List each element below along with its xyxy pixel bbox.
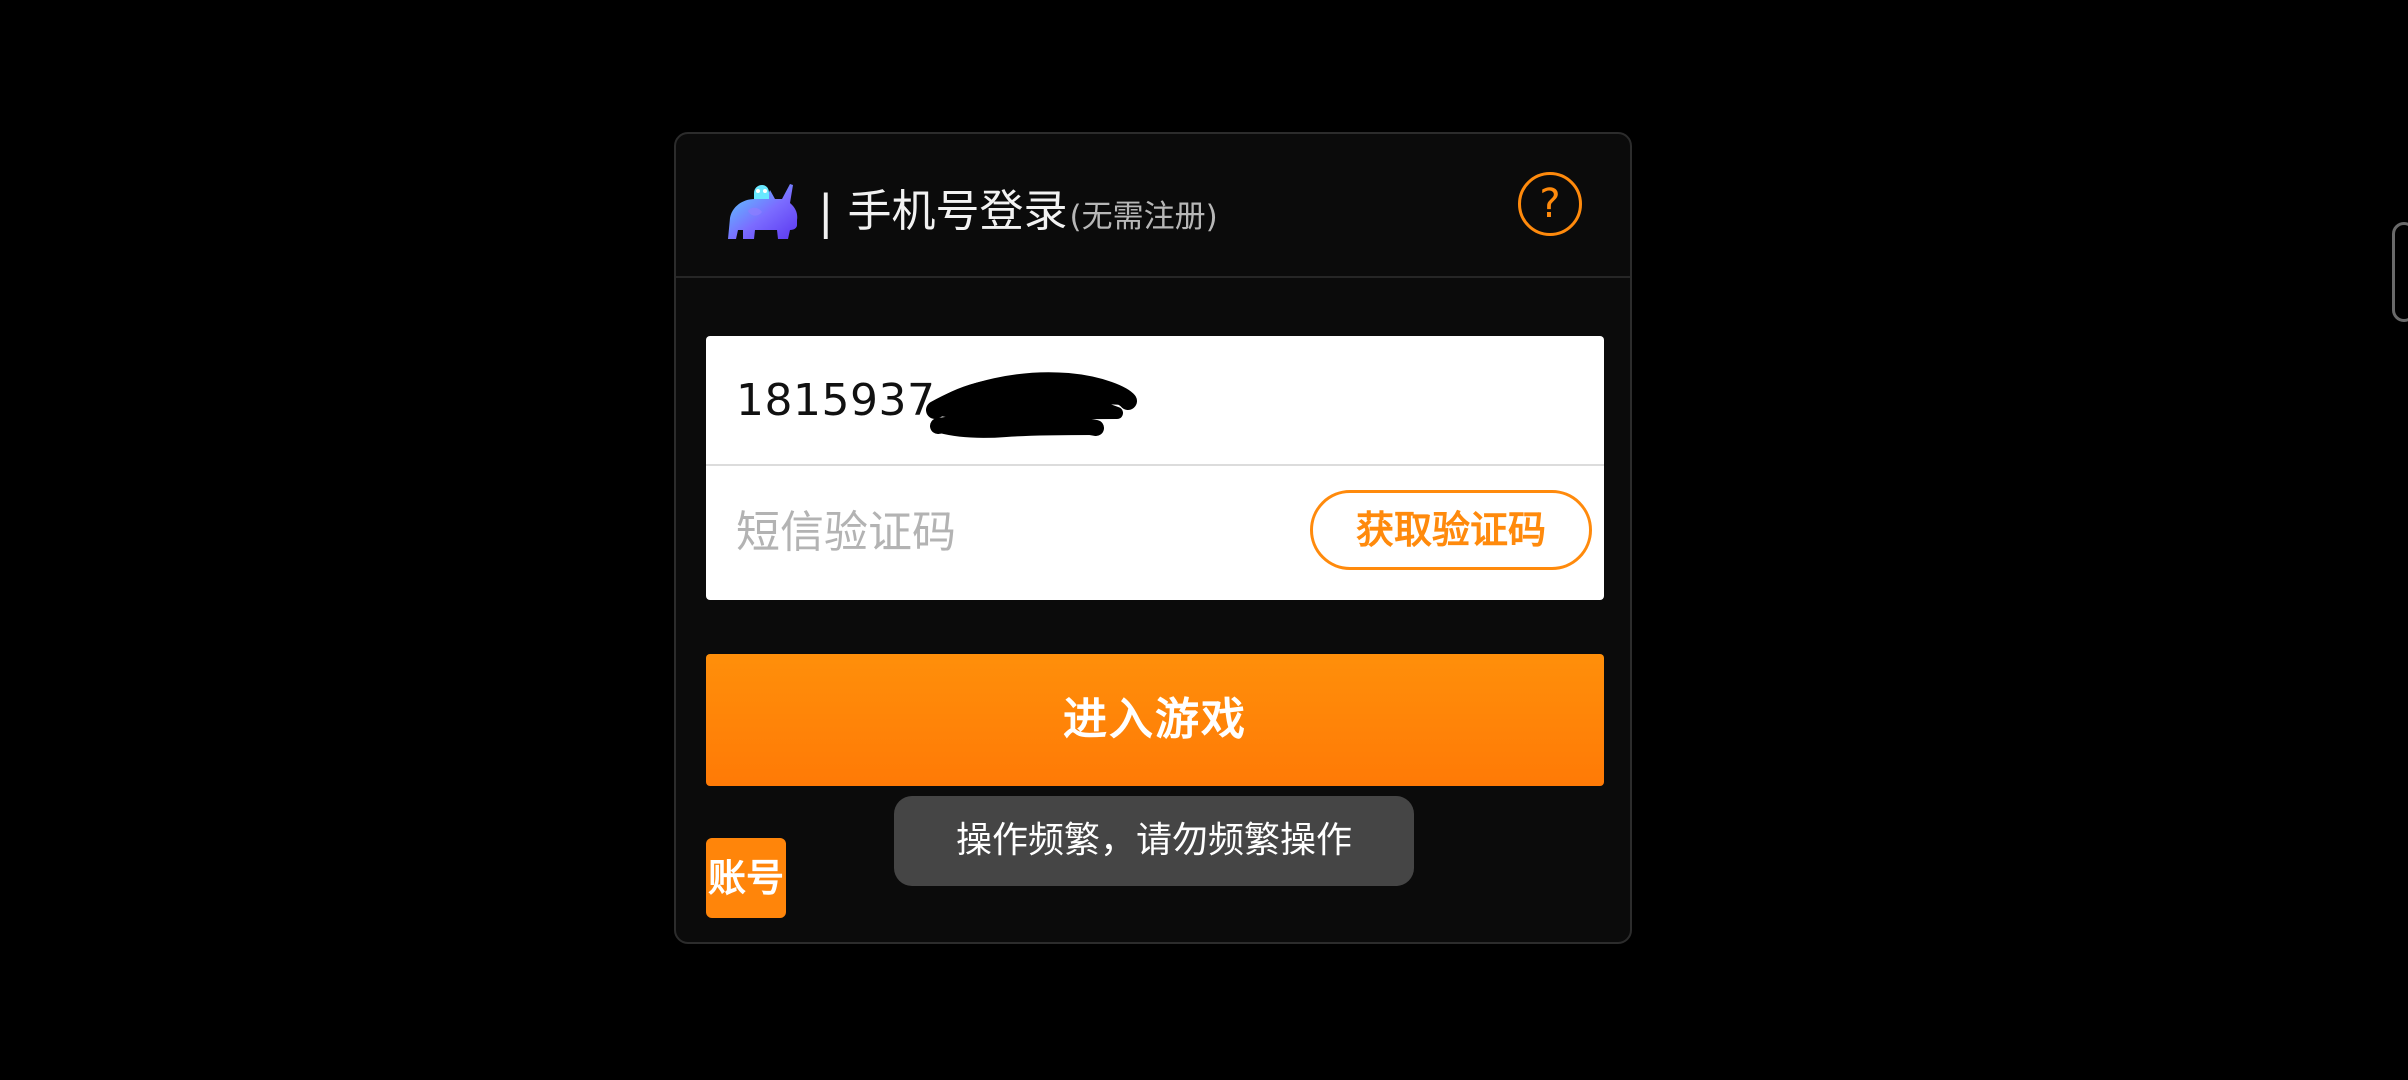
login-subtitle: (无需注册) xyxy=(1069,198,1218,235)
login-form-card: 1815937 获取验证码 xyxy=(706,336,1604,600)
sms-code-input[interactable] xyxy=(736,502,1256,562)
login-title: 手机号登录 xyxy=(847,186,1068,237)
rhino-logo-icon xyxy=(728,184,798,239)
help-circle-icon[interactable]: ? xyxy=(1518,172,1582,236)
frequent-operation-toast: 操作频繁，请勿频繁操作 xyxy=(894,796,1414,886)
title-separator: | xyxy=(818,185,834,239)
side-edge-handle[interactable] xyxy=(2392,222,2408,322)
get-verification-code-button[interactable]: 获取验证码 xyxy=(1310,490,1592,570)
screen: | 手机号登录 (无需注册) ? 1815937 获取验证码 进入游戏 账号 xyxy=(0,0,2408,1080)
redaction-scribble xyxy=(926,372,1137,438)
sms-code-row: 获取验证码 xyxy=(706,466,1604,600)
account-login-button[interactable]: 账号 xyxy=(706,838,786,918)
phone-number-value[interactable]: 1815937 xyxy=(736,374,935,428)
dialog-header: | 手机号登录 (无需注册) ? xyxy=(676,134,1630,278)
login-title-row: | 手机号登录 (无需注册) xyxy=(818,176,1218,248)
enter-game-button[interactable]: 进入游戏 xyxy=(706,654,1604,786)
phone-input-row[interactable]: 1815937 xyxy=(706,336,1604,466)
